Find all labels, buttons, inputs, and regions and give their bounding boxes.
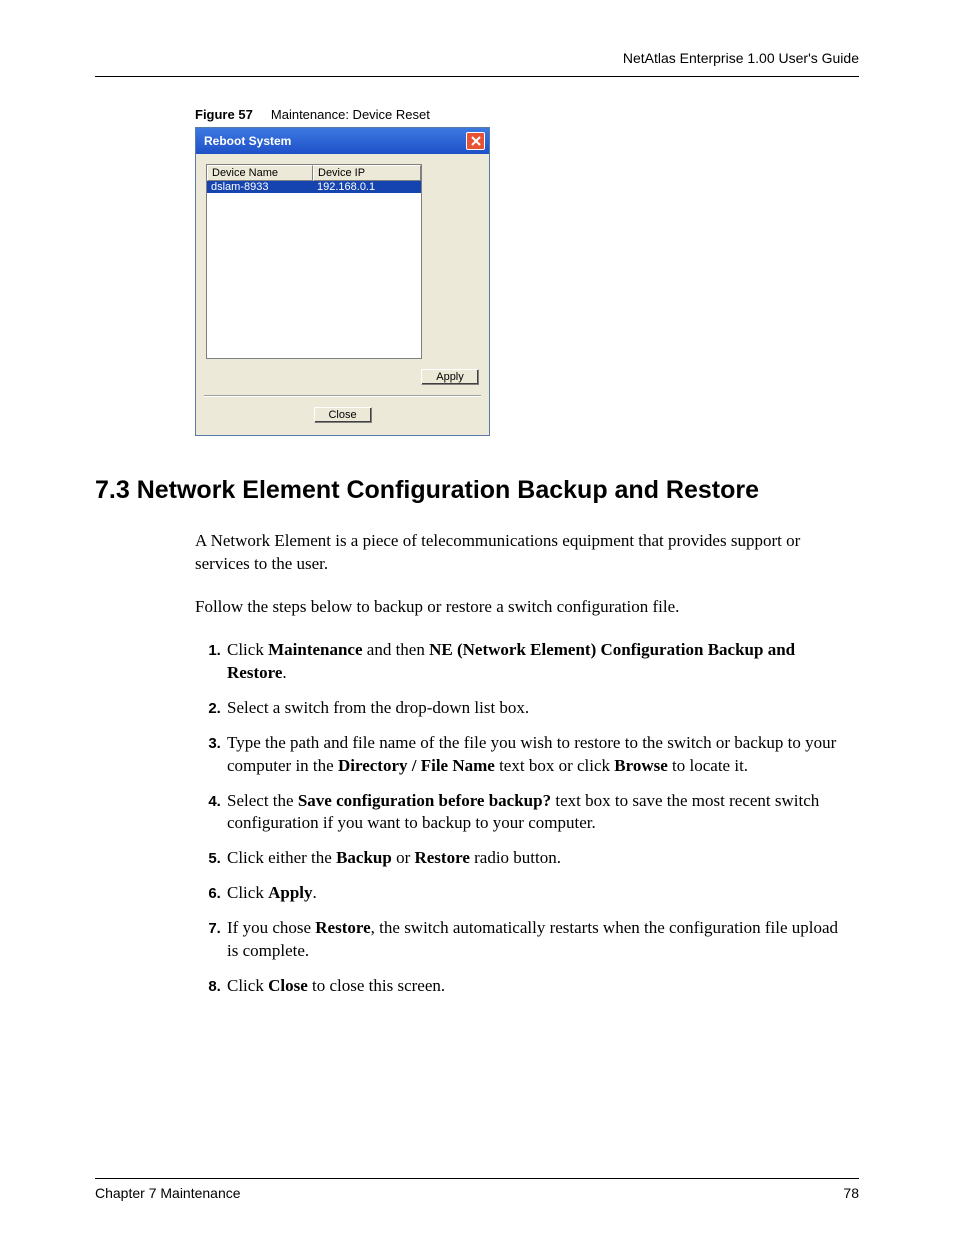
dialog-title: Reboot System xyxy=(204,134,466,148)
dialog-titlebar: Reboot System xyxy=(196,128,489,154)
page-footer: Chapter 7 Maintenance 78 xyxy=(95,1178,859,1201)
footer-left: Chapter 7 Maintenance xyxy=(95,1185,843,1201)
paragraph: A Network Element is a piece of telecomm… xyxy=(195,530,849,576)
list-item: Select the Save configuration before bac… xyxy=(225,790,849,836)
list-item: Select a switch from the drop-down list … xyxy=(225,697,849,720)
close-button[interactable]: Close xyxy=(314,407,372,423)
cell-device-ip: 192.168.0.1 xyxy=(313,181,421,193)
list-item: Click either the Backup or Restore radio… xyxy=(225,847,849,870)
col-device-ip[interactable]: Device IP xyxy=(313,165,421,181)
list-item: Click Maintenance and then NE (Network E… xyxy=(225,639,849,685)
list-item: Type the path and file name of the file … xyxy=(225,732,849,778)
apply-button[interactable]: Apply xyxy=(421,369,479,385)
page-header: NetAtlas Enterprise 1.00 User's Guide xyxy=(95,50,859,77)
col-device-name[interactable]: Device Name xyxy=(207,165,313,181)
figure-label: Figure 57 xyxy=(195,107,253,122)
header-text: NetAtlas Enterprise 1.00 User's Guide xyxy=(623,50,859,66)
device-table[interactable]: Device Name Device IP dslam-8933 192.168… xyxy=(206,164,422,359)
window-close-button[interactable] xyxy=(466,132,485,150)
reboot-system-dialog: Reboot System Device Name Device IP dsla… xyxy=(195,127,490,436)
figure-caption-text: Maintenance: Device Reset xyxy=(271,107,430,122)
footer-page-number: 78 xyxy=(843,1185,859,1201)
close-icon xyxy=(471,136,481,146)
list-item: Click Close to close this screen. xyxy=(225,975,849,998)
table-empty-area xyxy=(207,193,421,358)
divider xyxy=(204,395,481,397)
figure-caption: Figure 57 Maintenance: Device Reset xyxy=(195,107,859,122)
table-row[interactable]: dslam-8933 192.168.0.1 xyxy=(207,181,421,193)
paragraph: Follow the steps below to backup or rest… xyxy=(195,596,849,619)
section-heading: 7.3 Network Element Configuration Backup… xyxy=(95,476,859,505)
table-header: Device Name Device IP xyxy=(207,165,421,181)
list-item: If you chose Restore, the switch automat… xyxy=(225,917,849,963)
step-list: Click Maintenance and then NE (Network E… xyxy=(195,639,859,998)
cell-device-name: dslam-8933 xyxy=(207,181,313,193)
list-item: Click Apply. xyxy=(225,882,849,905)
